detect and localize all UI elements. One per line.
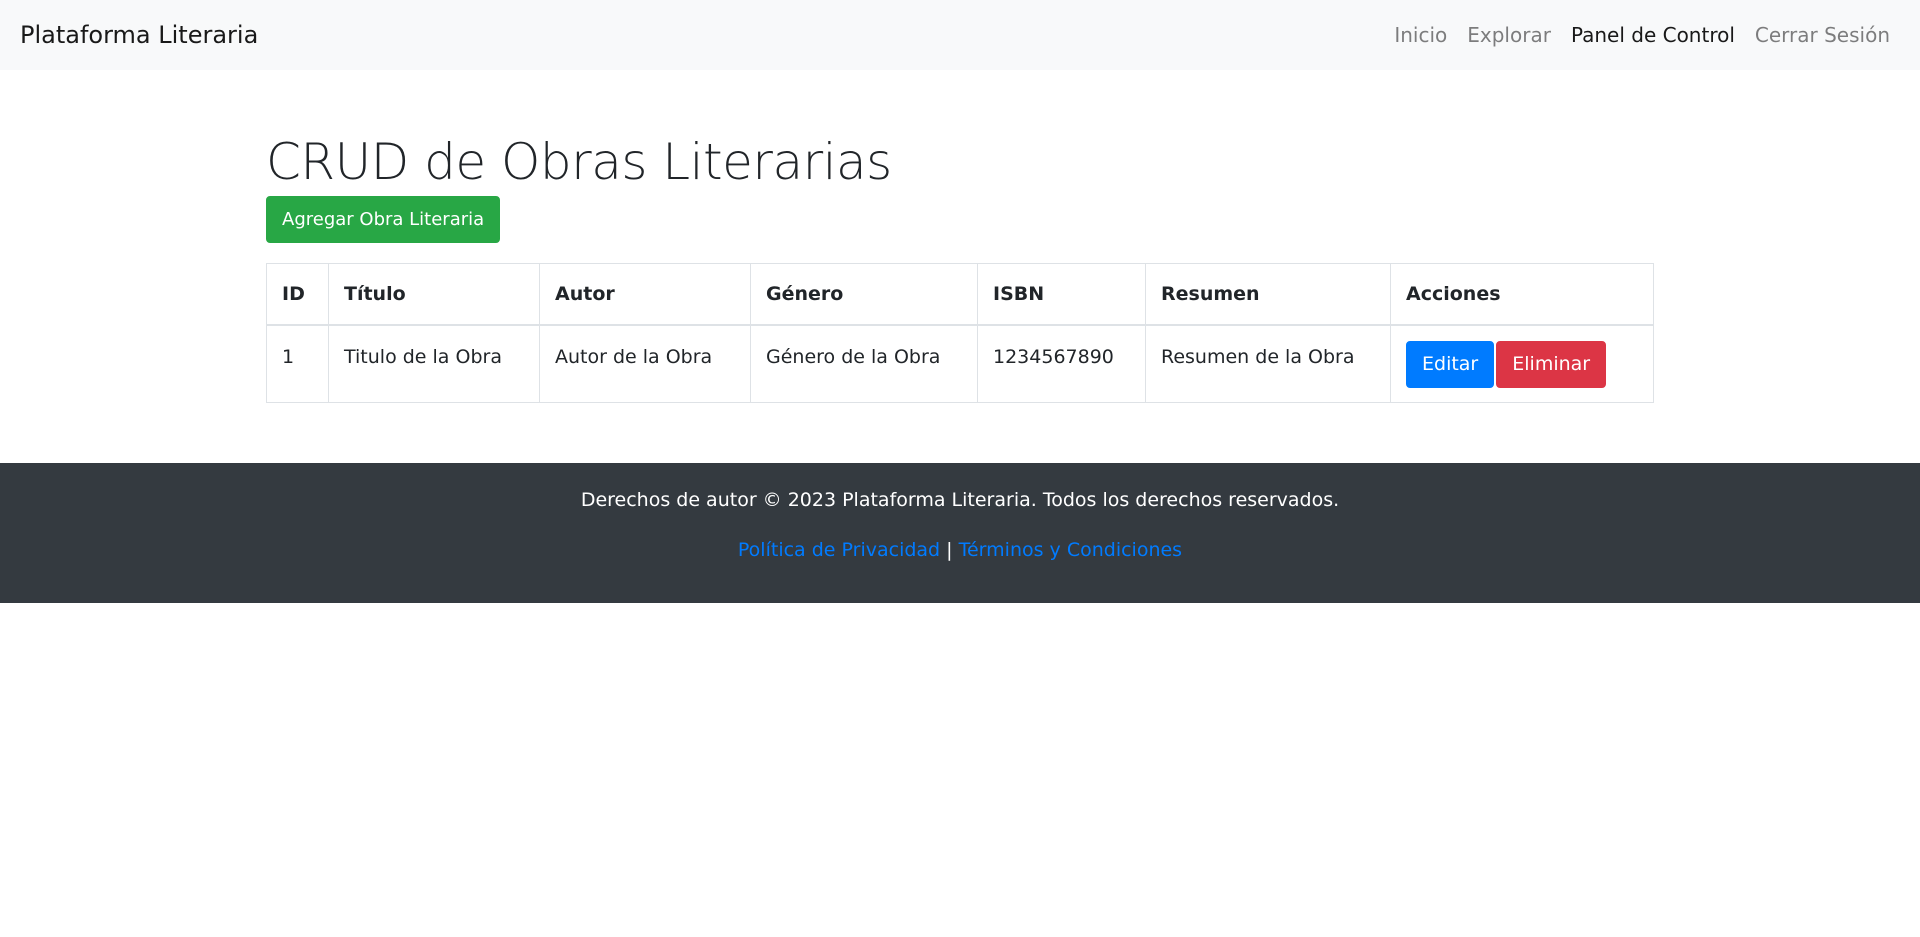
nav-link-inicio[interactable]: Inicio (1384, 15, 1457, 55)
column-header-resumen: Resumen (1145, 262, 1391, 326)
page-title: CRUD de Obras Literarias (266, 133, 892, 191)
cell-autor: Autor de la Obra (539, 324, 751, 403)
column-header-genero: Género (750, 262, 978, 326)
cell-isbn: 1234567890 (977, 324, 1146, 403)
privacy-policy-link[interactable]: Política de Privacidad (738, 539, 940, 561)
cell-genero: Género de la Obra (750, 324, 978, 403)
table-row: 1 Titulo de la Obra Autor de la Obra Gén… (266, 324, 1654, 403)
column-header-titulo: Título (328, 262, 540, 326)
column-header-id: ID (266, 262, 329, 326)
footer-separator: | (946, 538, 953, 561)
add-work-button[interactable]: Agregar Obra Literaria (266, 195, 501, 243)
delete-button[interactable]: Eliminar (1496, 341, 1607, 388)
column-header-isbn: ISBN (977, 262, 1146, 326)
terms-link[interactable]: Términos y Condiciones (959, 539, 1182, 561)
cell-acciones: Editar Eliminar (1390, 324, 1654, 403)
navbar: Plataforma Literaria Inicio Explorar Pan… (0, 0, 1920, 70)
cell-resumen: Resumen de la Obra (1145, 324, 1391, 403)
nav-links: Inicio Explorar Panel de Control Cerrar … (1384, 15, 1900, 55)
column-header-autor: Autor (539, 262, 751, 326)
edit-button[interactable]: Editar (1406, 341, 1495, 388)
footer: Derechos de autor © 2023 Plataforma Lite… (0, 462, 1920, 603)
cell-titulo: Titulo de la Obra (328, 324, 540, 403)
nav-link-panel-de-control[interactable]: Panel de Control (1561, 15, 1745, 55)
nav-link-explorar[interactable]: Explorar (1457, 15, 1561, 55)
footer-copyright: Derechos de autor © 2023 Plataforma Lite… (580, 488, 1340, 511)
table-body: 1 Titulo de la Obra Autor de la Obra Gén… (266, 324, 1654, 403)
cell-id: 1 (266, 324, 329, 403)
column-header-acciones: Acciones (1390, 262, 1654, 326)
footer-links: Política de Privacidad | Términos y Cond… (0, 537, 1920, 563)
main-content: CRUD de Obras Literarias Agregar Obra Li… (266, 70, 1654, 403)
nav-link-cerrar-sesion[interactable]: Cerrar Sesión (1745, 15, 1900, 55)
navbar-brand[interactable]: Plataforma Literaria (20, 21, 258, 49)
works-table: ID Título Autor Género ISBN Resumen Acci… (266, 262, 1654, 403)
table-header-row: ID Título Autor Género ISBN Resumen Acci… (266, 262, 1654, 326)
table-header: ID Título Autor Género ISBN Resumen Acci… (266, 262, 1654, 326)
